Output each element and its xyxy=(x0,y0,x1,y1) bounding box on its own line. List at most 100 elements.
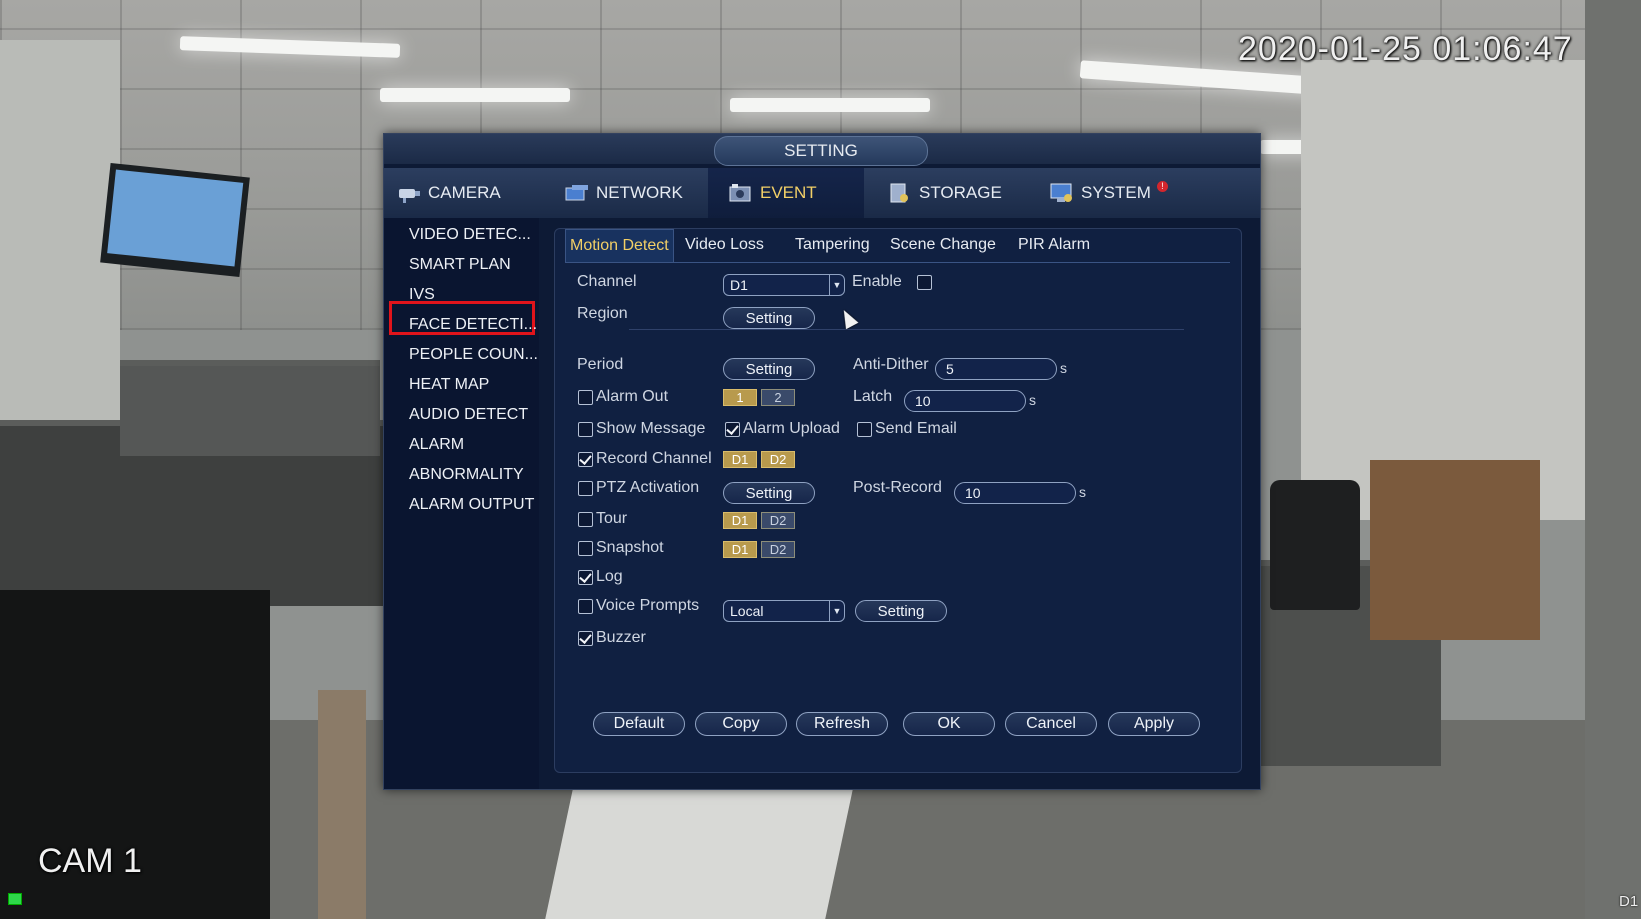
system-icon xyxy=(1049,182,1075,204)
section-divider xyxy=(629,329,1184,330)
wall-tv xyxy=(100,162,250,278)
sidebar-item-alarm-output[interactable]: ALARM OUTPUT xyxy=(409,491,534,519)
tab-event[interactable]: EVENT xyxy=(708,168,864,218)
apply-button[interactable]: Apply xyxy=(1108,712,1200,736)
timestamp-overlay: 2020-01-25 01:06:47 xyxy=(1238,30,1573,68)
window-title: SETTING xyxy=(714,136,928,166)
post-record-unit: s xyxy=(1079,484,1086,500)
cubicle-partition xyxy=(120,360,380,456)
alarm-upload-checkbox[interactable] xyxy=(725,422,740,437)
stacked-boxes xyxy=(1370,460,1540,640)
snapshot-chip-d2[interactable]: D2 xyxy=(761,541,795,558)
subtab-video-loss[interactable]: Video Loss xyxy=(681,229,768,261)
buzzer-label: Buzzer xyxy=(596,629,646,646)
tour-checkbox[interactable] xyxy=(578,512,593,527)
anti-dither-input[interactable]: 5 xyxy=(935,358,1057,380)
period-setting-button[interactable]: Setting xyxy=(723,358,815,380)
sidebar-item-people-counting[interactable]: PEOPLE COUN... xyxy=(409,341,538,369)
network-icon xyxy=(564,182,590,204)
sidebar-item-alarm[interactable]: ALARM xyxy=(409,431,464,459)
event-sidebar: VIDEO DETEC... SMART PLAN IVS FACE DETEC… xyxy=(384,218,539,789)
sidebar-item-abnormality[interactable]: ABNORMALITY xyxy=(409,461,524,489)
chevron-down-icon[interactable]: ▼ xyxy=(829,601,844,621)
ptz-setting-button[interactable]: Setting xyxy=(723,482,815,504)
subtab-tampering[interactable]: Tampering xyxy=(791,229,874,261)
send-email-checkbox[interactable] xyxy=(857,422,872,437)
record-channel-checkbox[interactable] xyxy=(578,452,593,467)
cancel-button[interactable]: Cancel xyxy=(1005,712,1097,736)
main-tab-bar: CAMERA NETWORK EVENT STORAGE SYSTEM ! xyxy=(384,168,1260,218)
sidebar-item-ivs[interactable]: IVS xyxy=(409,281,435,309)
right-pillar xyxy=(1585,0,1641,919)
alarm-out-label: Alarm Out xyxy=(596,388,669,405)
voice-prompts-setting-button[interactable]: Setting xyxy=(855,600,947,622)
latch-unit: s xyxy=(1029,392,1036,408)
camera-icon xyxy=(396,182,422,204)
sidebar-item-heat-map[interactable]: HEAT MAP xyxy=(409,371,489,399)
subtab-scene-change[interactable]: Scene Change xyxy=(886,229,1000,261)
event-icon xyxy=(728,182,754,204)
snapshot-checkbox[interactable] xyxy=(578,541,593,556)
title-bar: SETTING xyxy=(384,134,1260,166)
alarm-out-chip-2[interactable]: 2 xyxy=(761,389,795,406)
buzzer-checkbox[interactable] xyxy=(578,631,593,646)
ok-button[interactable]: OK xyxy=(903,712,995,736)
tab-network[interactable]: NETWORK xyxy=(564,168,714,218)
tab-system[interactable]: SYSTEM ! xyxy=(1049,168,1219,218)
subtab-motion-detect[interactable]: Motion Detect xyxy=(565,229,674,262)
office-chair xyxy=(1270,480,1360,610)
camera-label: CAM 1 xyxy=(38,842,142,880)
subtab-pir-alarm[interactable]: PIR Alarm xyxy=(1014,229,1094,261)
snapshot-chip-d1[interactable]: D1 xyxy=(723,541,757,558)
ptz-activation-checkbox[interactable] xyxy=(578,481,593,496)
desk xyxy=(545,780,855,919)
tab-network-label: NETWORK xyxy=(596,183,683,202)
voice-prompts-label: Voice Prompts xyxy=(596,597,700,614)
sidebar-item-face-detection[interactable]: FACE DETECTI... xyxy=(409,311,537,339)
motion-detect-panel: Motion Detect Video Loss Tampering Scene… xyxy=(554,228,1242,773)
tour-chip-d2[interactable]: D2 xyxy=(761,512,795,529)
tab-event-label: EVENT xyxy=(760,183,817,202)
region-label: Region xyxy=(577,305,628,322)
tab-storage[interactable]: STORAGE xyxy=(887,168,1037,218)
refresh-button[interactable]: Refresh xyxy=(796,712,888,736)
post-record-label: Post-Record xyxy=(853,479,942,496)
setting-window: SETTING CAMERA NETWORK EVENT STORAGE SYS… xyxy=(383,133,1261,790)
channel-select-value: D1 xyxy=(730,277,748,293)
latch-label: Latch xyxy=(853,388,893,405)
notification-badge: ! xyxy=(1156,180,1168,192)
copy-button[interactable]: Copy xyxy=(695,712,787,736)
record-channel-chip-d2[interactable]: D2 xyxy=(761,451,795,468)
tour-label: Tour xyxy=(596,510,628,527)
log-checkbox[interactable] xyxy=(578,570,593,585)
latch-input[interactable]: 10 xyxy=(904,390,1026,412)
show-message-label: Show Message xyxy=(596,420,706,437)
sidebar-item-smart-plan[interactable]: SMART PLAN xyxy=(409,251,511,279)
voice-prompts-select[interactable]: Local ▼ xyxy=(723,600,845,622)
sidebar-item-video-detect[interactable]: VIDEO DETEC... xyxy=(409,221,531,249)
enable-checkbox[interactable] xyxy=(917,275,932,290)
channel-label: Channel xyxy=(577,273,637,290)
ceiling-light xyxy=(380,88,570,102)
post-record-input[interactable]: 10 xyxy=(954,482,1076,504)
default-button[interactable]: Default xyxy=(593,712,685,736)
sidebar-item-audio-detect[interactable]: AUDIO DETECT xyxy=(409,401,528,429)
tab-camera[interactable]: CAMERA xyxy=(396,168,544,218)
ptz-activation-label: PTZ Activation xyxy=(596,479,700,496)
region-setting-button[interactable]: Setting xyxy=(723,307,815,329)
chevron-down-icon[interactable]: ▼ xyxy=(829,275,844,295)
period-label: Period xyxy=(577,356,624,373)
alarm-out-checkbox[interactable] xyxy=(578,390,593,405)
voice-prompts-select-value: Local xyxy=(730,603,764,619)
voice-prompts-checkbox[interactable] xyxy=(578,599,593,614)
snapshot-label: Snapshot xyxy=(596,539,664,556)
send-email-label: Send Email xyxy=(875,420,957,437)
show-message-checkbox[interactable] xyxy=(578,422,593,437)
tour-chip-d1[interactable]: D1 xyxy=(723,512,757,529)
alarm-out-chip-1[interactable]: 1 xyxy=(723,389,757,406)
record-indicator-icon xyxy=(8,893,22,905)
enable-label: Enable xyxy=(852,273,902,290)
channel-select[interactable]: D1 ▼ xyxy=(723,274,845,296)
ceiling-light xyxy=(730,98,930,112)
record-channel-chip-d1[interactable]: D1 xyxy=(723,451,757,468)
